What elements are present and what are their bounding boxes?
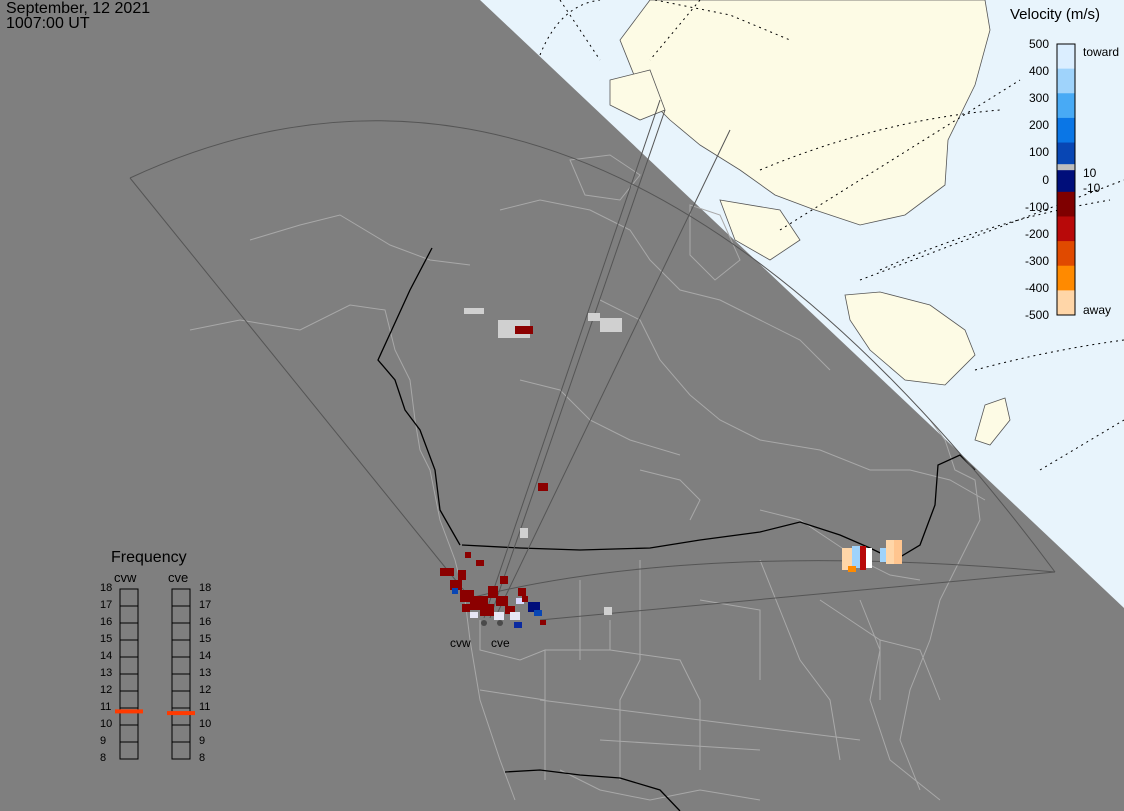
colorbar-segment [1057,117,1075,144]
echo-cell [470,612,478,618]
frequency-scale-label: 16 [100,616,113,628]
colorbar-segment [1057,241,1075,267]
echo-cell [534,610,542,616]
colorbar-segment [1057,290,1075,316]
colorbar-segment [1057,191,1075,217]
frequency-scale-label: 17 [100,599,113,611]
echo-cell [880,548,886,562]
echo-cell [522,596,528,602]
frequency-scale-label: 11 [100,701,112,713]
echo-cell [500,576,508,584]
echo-cell [866,548,872,568]
echo-cell [520,528,528,538]
frequency-scale-label: 12 [199,684,212,696]
echo-cell [518,588,526,596]
echo-cell [600,318,622,332]
map-canvas [0,0,1124,811]
frequency-scale-label: 13 [100,667,113,679]
colorbar-toward-label: toward [1083,45,1120,59]
site-label-cve: cve [491,636,510,650]
echo-cell [476,560,484,566]
colorbar-segment [1057,167,1075,193]
echo-cell [852,546,860,568]
echo-cell [886,540,894,564]
colorbar-segment [1057,68,1075,94]
echo-cell [462,604,470,612]
colorbar-segment [1057,216,1075,242]
echo-cell [540,620,546,625]
frequency-scale-label: 18 [199,582,212,594]
frequency-scale-label: 8 [100,752,107,764]
echo-cell [894,540,902,564]
frequency-scale-label: 13 [199,667,212,679]
map-plot: September, 12 2021 1007:00 UT Velocity (… [0,0,1124,811]
colorbar-zero-band [1057,164,1075,171]
frequency-col-cve: cve [168,570,189,585]
velocity-colorbar [1056,43,1076,316]
echo-cell [510,612,520,620]
frequency-scale-label: 17 [199,599,212,611]
frequency-scale-label: 11 [199,701,211,713]
frequency-scale-label: 14 [100,650,113,662]
echo-cell [496,596,508,606]
colorbar-tick-label: 0 [1042,172,1049,187]
colorbar-tick-label: -300 [1024,253,1049,268]
echo-cell [604,607,612,615]
colorbar-tick-label: -500 [1024,308,1049,322]
frequency-indicator-cve [167,711,195,716]
echo-cell [440,568,454,576]
frequency-scale-label: 8 [199,752,206,764]
frequency-scale-label: 10 [199,718,212,730]
colorbar-away-label: away [1083,303,1112,317]
echo-cell [458,570,466,580]
site-marker-cvw [481,620,487,626]
echo-cell [480,604,494,616]
frequency-scale-label: 9 [100,735,107,747]
colorbar-tick-label: 300 [1028,91,1049,106]
frequency-scale-label: 16 [199,616,212,628]
frequency-scale-label: 14 [199,650,212,662]
colorbar-segment [1057,93,1075,119]
colorbar-tick-label: -200 [1024,226,1049,241]
frequency-scale-label: 18 [100,582,113,594]
echo-cell [464,308,484,314]
frequency-scale-label: 15 [100,633,113,645]
echo-cell [848,566,856,572]
colorbar-threshold-pos: 10 [1083,166,1097,180]
echo-cell [452,588,458,594]
colorbar-title: Velocity (m/s) [1010,6,1101,23]
colorbar-tick-label: 200 [1028,118,1049,133]
frequency-scale-label: 10 [100,718,113,730]
frequency-indicator-cvw [115,709,143,714]
frequency-scale-label: 15 [199,633,212,645]
colorbar-tick-label: -400 [1024,280,1049,295]
echo-cell [538,483,548,491]
echo-cell [860,546,866,570]
frequency-title: Frequency [111,549,187,566]
colorbar-segment [1057,142,1075,168]
colorbar-threshold-neg: -10 [1083,181,1101,195]
site-marker-cve [497,620,503,626]
colorbar-tick-label: 400 [1028,64,1049,79]
echo-cell [514,622,522,628]
frequency-scale-label: 9 [199,735,206,747]
colorbar-tick-label: -100 [1024,199,1049,214]
echo-cell [588,313,600,321]
colorbar-segment [1057,44,1075,70]
colorbar-segment [1057,265,1075,291]
echo-cell [515,326,533,334]
time-label: 1007:00 UT [6,15,90,32]
echo-cell [465,552,471,558]
colorbar-tick-label: 100 [1028,145,1049,160]
site-label-cvw: cvw [450,636,471,650]
frequency-scale-label: 12 [100,684,113,696]
colorbar-tick-label: 500 [1028,37,1049,51]
echo-cell [494,612,504,620]
frequency-col-cvw: cvw [114,570,137,585]
